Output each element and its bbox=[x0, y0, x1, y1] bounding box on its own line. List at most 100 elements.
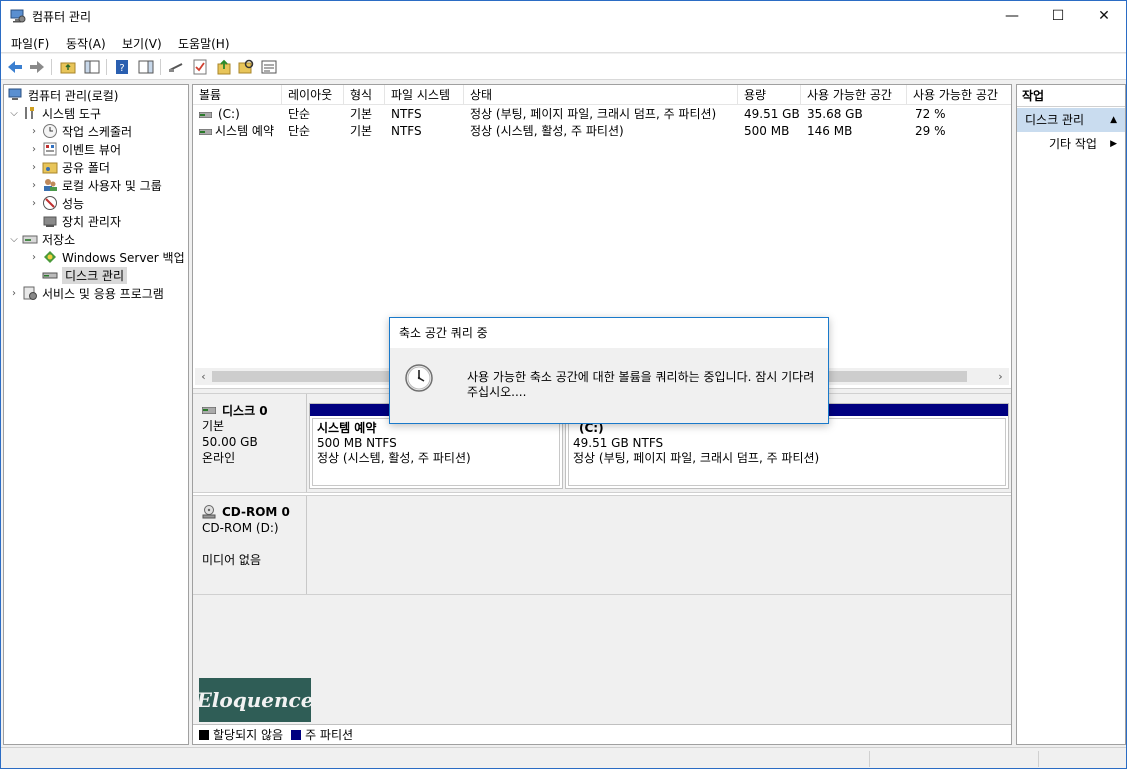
forward-arrow-icon[interactable] bbox=[28, 58, 46, 76]
column-header-status[interactable]: 상태 bbox=[464, 85, 738, 105]
layout-cell: 단순 bbox=[288, 107, 311, 121]
free-cell: 146 MB bbox=[807, 124, 853, 138]
chevron-right-icon[interactable]: › bbox=[28, 180, 40, 191]
show-action-pane-icon[interactable] bbox=[137, 58, 155, 76]
layout-cell: 단순 bbox=[288, 124, 311, 138]
tree-label: 장치 관리자 bbox=[62, 214, 122, 229]
menu-view[interactable]: 보기(V) bbox=[122, 35, 162, 52]
close-button[interactable]: ✕ bbox=[1081, 1, 1126, 31]
shrink-query-dialog: 축소 공간 쿼리 중 사용 가능한 축소 공간에 대한 볼륨을 쿼리하는 중입니… bbox=[389, 317, 829, 424]
tree-label: 컴퓨터 관리(로컬) bbox=[28, 88, 119, 103]
toolbar-separator bbox=[106, 59, 107, 75]
volume-icon bbox=[199, 111, 212, 118]
status-divider bbox=[1038, 751, 1039, 767]
scroll-right-icon[interactable]: › bbox=[992, 368, 1009, 385]
actions-section-disk-management[interactable]: 디스크 관리 ▲ bbox=[1017, 108, 1125, 132]
partition-body: (C:) 49.51 GB NTFS 정상 (부팅, 페이지 파일, 크래시 덤… bbox=[568, 418, 1006, 486]
computer-management-icon bbox=[10, 9, 26, 23]
window-title: 컴퓨터 관리 bbox=[32, 10, 92, 24]
tree-item-storage[interactable]: ⌵ 저장소 bbox=[8, 230, 75, 248]
checklist-icon[interactable] bbox=[191, 58, 209, 76]
tree-item-device-manager[interactable]: 장치 관리자 bbox=[42, 212, 121, 230]
storage-icon bbox=[22, 235, 38, 244]
partition-size: 500 MB NTFS bbox=[317, 436, 397, 450]
tree-label: 로컬 사용자 및 그룹 bbox=[62, 178, 162, 193]
chevron-right-icon[interactable]: › bbox=[28, 144, 40, 155]
cdrom-0-drive: CD-ROM (D:) bbox=[202, 521, 279, 535]
collapse-arrow-icon[interactable]: ▲ bbox=[1110, 108, 1117, 132]
tree-item-performance[interactable]: › 성능 bbox=[28, 194, 84, 212]
menu-file[interactable]: 파일(F) bbox=[11, 35, 49, 52]
fs-cell: NTFS bbox=[391, 124, 422, 138]
clock-icon bbox=[405, 364, 433, 392]
partition-status: 정상 (시스템, 활성, 주 파티션) bbox=[317, 451, 471, 465]
actions-pane: 작업 디스크 관리 ▲ 기타 작업 ▶ bbox=[1016, 84, 1126, 745]
cdrom-icon bbox=[202, 505, 216, 519]
disk-0-label[interactable]: 디스크 0 기본 50.00 GB 온라인 bbox=[193, 394, 307, 492]
minimize-button[interactable]: — bbox=[989, 1, 1035, 31]
partition-status: 정상 (부팅, 페이지 파일, 크래시 덤프, 주 파티션) bbox=[573, 451, 820, 465]
toolbar: ? bbox=[1, 54, 1126, 80]
chevron-right-icon[interactable]: › bbox=[28, 198, 40, 209]
tree-label: Windows Server 백업 bbox=[62, 250, 185, 265]
status-bar bbox=[1, 747, 1126, 768]
dialog-title: 축소 공간 쿼리 중 bbox=[390, 318, 828, 348]
volume-row[interactable]: (C:) 단순 기본 NTFS 정상 (부팅, 페이지 파일, 크래시 덤프, … bbox=[193, 106, 1011, 123]
disk-0-type: 기본 bbox=[202, 419, 225, 433]
tree-label: 성능 bbox=[62, 196, 85, 211]
disk-separator bbox=[193, 492, 1011, 496]
menu-action[interactable]: 동작(A) bbox=[66, 35, 106, 52]
export-icon[interactable] bbox=[215, 58, 233, 76]
back-arrow-icon[interactable] bbox=[6, 58, 24, 76]
status-divider bbox=[869, 751, 870, 767]
legend-primary: 주 파티션 bbox=[291, 726, 353, 743]
type-cell: 기본 bbox=[350, 107, 373, 121]
maximize-button[interactable]: ☐ bbox=[1035, 1, 1081, 31]
chevron-down-icon[interactable]: ⌵ bbox=[8, 234, 20, 245]
column-header-volume[interactable]: 볼륨 bbox=[193, 85, 282, 105]
actions-header: 작업 bbox=[1017, 85, 1125, 107]
tree-item-local-users[interactable]: › 로컬 사용자 및 그룹 bbox=[28, 176, 162, 194]
scroll-left-icon[interactable]: ‹ bbox=[195, 368, 212, 385]
cdrom-0-name: CD-ROM 0 bbox=[202, 504, 306, 520]
dialog-message: 사용 가능한 축소 공간에 대한 볼륨을 쿼리하는 중입니다. 잠시 기다려 주… bbox=[467, 370, 815, 399]
free-percent-cell: 72 % bbox=[915, 107, 946, 121]
chevron-right-icon[interactable]: › bbox=[28, 126, 40, 137]
properties-icon[interactable] bbox=[260, 58, 278, 76]
volume-cell: 시스템 예약 bbox=[193, 123, 282, 140]
column-header-file-system[interactable]: 파일 시스템 bbox=[385, 85, 464, 105]
tree-label: 저장소 bbox=[42, 232, 76, 247]
tree-item-task-scheduler[interactable]: › 작업 스케줄러 bbox=[28, 122, 132, 140]
tree-item-shared-folders[interactable]: › 공유 폴더 bbox=[28, 158, 110, 176]
tree-item-system-tools[interactable]: ⌵ 시스템 도구 bbox=[8, 104, 101, 122]
users-icon bbox=[44, 179, 57, 191]
disk-0-state: 온라인 bbox=[202, 451, 236, 465]
find-icon[interactable] bbox=[237, 58, 255, 76]
cdrom-0-label[interactable]: CD-ROM 0 CD-ROM (D:) 미디어 없음 bbox=[193, 496, 307, 594]
column-header-type[interactable]: 형식 bbox=[344, 85, 385, 105]
chevron-down-icon[interactable]: ⌵ bbox=[8, 108, 20, 119]
type-cell: 기본 bbox=[350, 124, 373, 138]
column-header-layout[interactable]: 레이아웃 bbox=[282, 85, 344, 105]
show-hide-tree-icon[interactable] bbox=[83, 58, 101, 76]
tree-item-windows-backup[interactable]: › Windows Server 백업 bbox=[28, 248, 185, 266]
connect-icon[interactable] bbox=[167, 58, 185, 76]
tree-item-disk-management[interactable]: 디스크 관리 bbox=[42, 266, 128, 284]
up-folder-icon[interactable] bbox=[59, 58, 77, 76]
tree-item-computer-management[interactable]: 컴퓨터 관리(로컬) bbox=[8, 86, 118, 104]
column-header-capacity[interactable]: 용량 bbox=[738, 85, 801, 105]
column-header-free-percent[interactable]: 사용 가능한 공간 bbox=[907, 85, 1011, 105]
chevron-right-icon[interactable]: › bbox=[28, 252, 40, 263]
disk-graphical-view: 디스크 0 기본 50.00 GB 온라인 시스템 예약 500 MB NTFS… bbox=[193, 394, 1011, 724]
chevron-right-icon[interactable]: › bbox=[8, 288, 20, 299]
column-header-free-space[interactable]: 사용 가능한 공간 bbox=[801, 85, 907, 105]
help-icon[interactable]: ? bbox=[113, 58, 131, 76]
volume-row[interactable]: 시스템 예약 단순 기본 NTFS 정상 (시스템, 활성, 주 파티션) 50… bbox=[193, 123, 1011, 140]
tree-item-event-viewer[interactable]: › 이벤트 뷰어 bbox=[28, 140, 121, 158]
action-more-actions[interactable]: 기타 작업 ▶ bbox=[1017, 134, 1125, 154]
menu-help[interactable]: 도움말(H) bbox=[178, 35, 230, 52]
tree-item-services[interactable]: › 서비스 및 응용 프로그램 bbox=[8, 284, 164, 302]
chevron-right-icon[interactable]: › bbox=[28, 162, 40, 173]
tree-label: 공유 폴더 bbox=[62, 160, 110, 175]
disk-0-name: 디스크 0 bbox=[202, 402, 306, 418]
